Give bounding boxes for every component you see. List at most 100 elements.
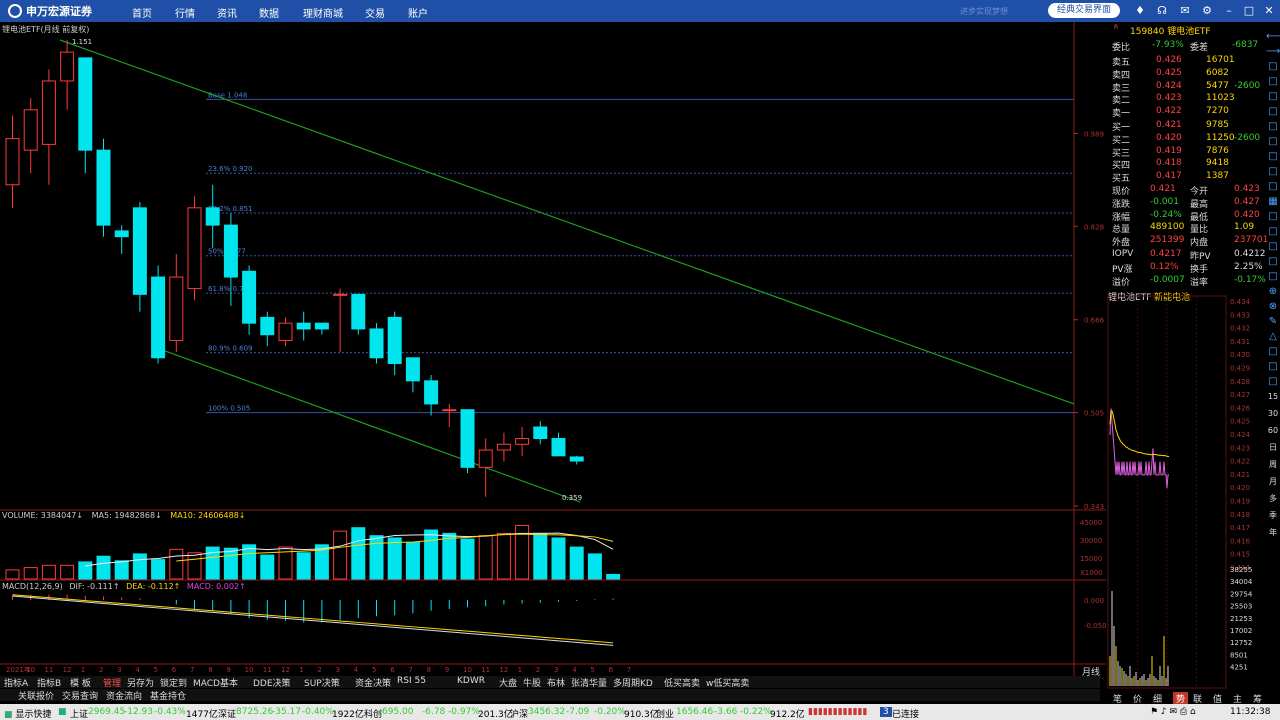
tool-icon-23[interactable]: □ <box>1266 375 1280 389</box>
tool-icon-16[interactable]: □ <box>1266 270 1280 284</box>
period-button-5[interactable]: 月 <box>1266 475 1280 489</box>
tool-icon-4[interactable]: □ <box>1266 90 1280 104</box>
tool-icon-9[interactable]: □ <box>1266 165 1280 179</box>
period-button-3[interactable]: 日 <box>1266 441 1280 455</box>
stat-row: 外盘 251399 内盘 237701 <box>1108 235 1268 248</box>
indicator-tab[interactable]: 牛股 <box>523 676 541 689</box>
bid-level-label: 买二 <box>1112 135 1131 146</box>
volume-axis-tick: 30000 <box>1080 537 1102 545</box>
candle-body <box>60 51 75 82</box>
maximize-icon[interactable]: □ <box>1242 4 1256 18</box>
nav-trade[interactable]: 交易 <box>365 5 385 20</box>
stat-label: 量比 <box>1190 225 1209 236</box>
tool-icon-3[interactable]: □ <box>1266 75 1280 89</box>
indicator-tab[interactable]: DDE决策 <box>253 676 291 689</box>
tool-icon-5[interactable]: □ <box>1266 105 1280 119</box>
quick-toggle[interactable]: ■ 显示快捷 <box>4 707 51 720</box>
tool-icon-7[interactable]: □ <box>1266 135 1280 149</box>
tool-icon-20[interactable]: △ <box>1266 330 1280 344</box>
mail-icon[interactable]: ✉ <box>1178 4 1192 18</box>
classic-trade-button[interactable]: 经典交易界面 <box>1048 3 1120 18</box>
tool-icon-1[interactable]: ⟶ <box>1266 45 1280 59</box>
indicator-tab[interactable]: 张清华量 <box>571 676 607 689</box>
nav-wealth-mall[interactable]: 理财商城 <box>303 5 343 20</box>
nav-news[interactable]: 资讯 <box>217 5 237 20</box>
tool-icon-17[interactable]: ⊕ <box>1266 285 1280 299</box>
tool-icon-13[interactable]: □ <box>1266 225 1280 239</box>
price-axis-tick: 0.828 <box>1084 223 1104 231</box>
nav-market[interactable]: 行情 <box>175 5 195 20</box>
minimize-icon[interactable]: – <box>1222 4 1236 18</box>
indicator-tab[interactable]: 资金决策 <box>355 676 391 689</box>
tool-icon-6[interactable]: □ <box>1266 120 1280 134</box>
info-tab[interactable]: 基金持仓 <box>150 689 186 702</box>
indicator-tab[interactable]: 锁定到 <box>160 676 187 689</box>
period-button-4[interactable]: 周 <box>1266 458 1280 472</box>
indicator-tab[interactable]: 指标B <box>37 676 61 689</box>
indicator-tab[interactable]: KDWR <box>457 676 485 686</box>
indicator-tab[interactable]: 大盘 <box>499 676 517 689</box>
x-axis-tick: 5 <box>154 666 158 674</box>
gear-icon[interactable]: ⚙ <box>1200 4 1214 18</box>
candle-body <box>551 438 566 457</box>
period-button-6[interactable]: 多 <box>1266 492 1280 506</box>
volume-bar <box>424 529 439 580</box>
tool-icon-14[interactable]: □ <box>1266 240 1280 254</box>
tool-icon-2[interactable]: □ <box>1266 60 1280 74</box>
indicator-tab[interactable]: SUP决策 <box>304 676 340 689</box>
period-button-0[interactable]: 15 <box>1266 390 1280 404</box>
kline-chart[interactable]: Base 1.04823.6% 0.92038.2% 0.85150% 0.77… <box>0 22 1106 677</box>
tool-icon-10[interactable]: □ <box>1266 180 1280 194</box>
intraday-chart[interactable]: 0.434 0.433 0.432 0.431 0.430 0.429 0.428 0.427… <box>1106 292 1266 690</box>
macd-header: MACD(12,26,9) DIF: -0.111↑ DEA: -0.112↑ … <box>2 582 246 591</box>
skin-icon[interactable]: ♦ <box>1133 4 1147 18</box>
info-tab[interactable]: 交易查询 <box>62 689 98 702</box>
info-tab[interactable]: 关联报价 <box>18 689 54 702</box>
ask-row: 卖五 0.426 16701 <box>1108 55 1264 68</box>
tool-icon-19[interactable]: ✎ <box>1266 315 1280 329</box>
sh-label[interactable]: 上证 <box>70 707 88 720</box>
x-axis-tick: 8 <box>427 666 431 674</box>
close-icon[interactable]: ✕ <box>1262 4 1276 18</box>
indicator-tab[interactable]: MACD基本 <box>193 676 238 689</box>
stat-row: 总量 489100 量比 1.09 <box>1108 222 1264 236</box>
indicator-tab[interactable]: 另存为 <box>127 676 154 689</box>
stat-value: 251399 <box>1150 235 1185 246</box>
hs-label[interactable]: 沪深 <box>510 707 528 720</box>
tool-icon-22[interactable]: □ <box>1266 360 1280 374</box>
tool-icon-15[interactable]: □ <box>1266 255 1280 269</box>
x-axis-tick: 11 <box>263 666 272 674</box>
indicator-tab[interactable]: 模 板 <box>70 676 91 689</box>
indicator-tab[interactable]: 多周期KD <box>613 676 653 689</box>
ask-volume: 11023 <box>1206 93 1235 104</box>
period-button-2[interactable]: 60 <box>1266 424 1280 438</box>
indicator-tab[interactable]: 管理 <box>103 676 121 689</box>
tool-icon-11[interactable]: ▦ <box>1266 195 1280 209</box>
tool-icon-18[interactable]: ⊗ <box>1266 300 1280 314</box>
nav-home[interactable]: 首页 <box>132 5 152 20</box>
cy-label[interactable]: 创业 <box>656 707 674 720</box>
indicator-tab[interactable]: 布林 <box>547 676 565 689</box>
period-button-8[interactable]: 年 <box>1266 526 1280 540</box>
kc-label[interactable]: 科创 <box>364 707 382 720</box>
period-button-1[interactable]: 30 <box>1266 407 1280 421</box>
indicator-tab[interactable]: 低买高卖 <box>664 676 700 689</box>
period-button-7[interactable]: 季 <box>1266 509 1280 523</box>
tool-icon-21[interactable]: □ <box>1266 345 1280 359</box>
nav-account[interactable]: 账户 <box>408 5 428 20</box>
headset-icon[interactable]: ☊ <box>1155 4 1169 18</box>
tool-icon-8[interactable]: □ <box>1266 150 1280 164</box>
sz-label[interactable]: 深证 <box>218 707 236 720</box>
mini-price-tick: 0.416 <box>1230 537 1251 545</box>
info-tab[interactable]: 资金流向 <box>106 689 142 702</box>
tool-icon-0[interactable]: ⟵ <box>1266 30 1280 44</box>
indicator-tab[interactable]: w低买高卖 <box>706 676 749 689</box>
mini-price-tick: 0.434 <box>1230 298 1251 306</box>
connection-status[interactable]: 已连接 <box>892 707 919 720</box>
security-code-name: 159840 锂电池ETF <box>1130 27 1211 37</box>
x-axis-tick: 10 <box>26 666 35 674</box>
tool-icon-12[interactable]: □ <box>1266 210 1280 224</box>
indicator-tab[interactable]: 指标A <box>4 676 28 689</box>
nav-data[interactable]: 数据 <box>259 5 279 20</box>
indicator-tab[interactable]: RSI 55 <box>397 676 426 686</box>
